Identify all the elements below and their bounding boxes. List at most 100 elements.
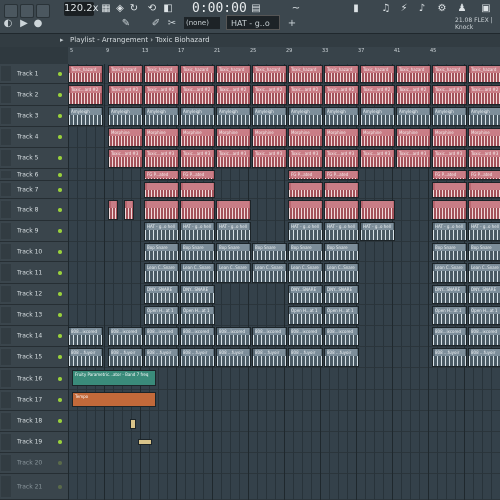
pattern-clip[interactable]: FG P...ated — [288, 170, 323, 180]
tempo-display[interactable]: 120.2x — [64, 2, 99, 16]
pattern-clip[interactable]: Toxic_hazard — [432, 65, 467, 83]
pattern-select[interactable]: HAT - g..o hell — [226, 15, 280, 43]
pattern-clip[interactable]: Toxic...ard #2 — [324, 85, 359, 105]
pattern-clip[interactable]: Toxic_hazard — [324, 65, 359, 83]
pattern-clip[interactable]: Toxic...ard #2 — [288, 85, 323, 105]
pattern-clip[interactable]: Toxic_hazard — [468, 65, 500, 83]
pattern-clip[interactable]: Toxic...ard #3 — [324, 149, 359, 168]
pattern-clip[interactable]: Lean C..Snare — [180, 263, 215, 283]
track-grip[interactable] — [1, 286, 11, 302]
pattern-clip[interactable]: FG P...ated — [324, 170, 359, 180]
track-header[interactable]: Track 20 — [0, 453, 68, 474]
track-grip[interactable] — [1, 244, 11, 259]
pattern-clip[interactable]: 808...ixcored — [432, 327, 467, 346]
pattern-clip[interactable]: Toxic...ard #3 — [360, 149, 395, 168]
pattern-clip[interactable] — [144, 200, 179, 220]
pattern-clip[interactable]: Toxic...ard #3 — [108, 149, 143, 168]
track-header[interactable]: Track 16 — [0, 368, 68, 390]
piano-roll-icon[interactable]: ⚡ — [398, 2, 410, 15]
pattern-clip[interactable]: Morphine — [288, 128, 323, 147]
pattern-clip[interactable]: Toxic_hazard — [144, 65, 179, 83]
pattern-clip[interactable]: Lean C..Snare — [432, 263, 467, 283]
pattern-clip[interactable]: 808...ixcored — [108, 327, 143, 346]
track-mute-led[interactable] — [58, 71, 62, 76]
track-header[interactable]: Track 11 — [0, 262, 68, 284]
slice-icon[interactable]: ✂ — [166, 18, 178, 30]
track-header[interactable]: Track 6 — [0, 169, 68, 181]
pattern-clip[interactable]: Toxic...ard #2 — [468, 85, 500, 105]
pattern-clip[interactable]: Toxic...ard #2 — [216, 85, 251, 105]
pattern-clip[interactable] — [108, 200, 118, 220]
pattern-clip[interactable]: DNY...SNARE — [468, 285, 500, 304]
track-mute-led[interactable] — [58, 355, 62, 359]
pattern-clip[interactable]: Lean C..Snare — [468, 263, 500, 283]
track-grip[interactable] — [1, 476, 11, 497]
pattern-clip[interactable]: Morphine — [360, 128, 395, 147]
pattern-clip[interactable]: 808 ...fuyoir — [468, 348, 500, 367]
pattern-clip[interactable]: Toxic...ard #2 — [108, 85, 143, 105]
pattern-clip[interactable]: HAT - g..o hell — [468, 222, 500, 241]
track-header[interactable]: Track 7 — [0, 181, 68, 199]
step-icon[interactable]: ♫ — [380, 2, 392, 15]
track-mute-led[interactable] — [58, 172, 62, 177]
pattern-clip[interactable]: Amyleigh — [216, 107, 251, 126]
mixer-icon[interactable]: ⚙ — [436, 2, 448, 15]
play-icon[interactable] — [4, 4, 18, 18]
pattern-clip[interactable]: HAT - g..o hell — [180, 222, 215, 241]
track-header[interactable]: Track 18 — [0, 411, 68, 432]
automation-point[interactable] — [138, 439, 152, 445]
track-grip[interactable] — [1, 370, 11, 387]
pattern-clip[interactable]: 808 ...fuyoir — [288, 348, 323, 367]
pattern-clip[interactable]: Amyleigh — [144, 107, 179, 126]
pattern-clip[interactable]: FG P...ated — [144, 170, 179, 180]
pattern-clip[interactable]: Open H...at 1 — [288, 306, 323, 325]
track-mute-led[interactable] — [58, 484, 62, 489]
pattern-clip[interactable]: DNY...SNARE — [324, 285, 359, 304]
plugin-icon[interactable]: ▣ — [480, 2, 492, 15]
track-header[interactable]: Track 8 — [0, 199, 68, 221]
pencil-icon[interactable]: ✎ — [120, 18, 132, 30]
pattern-mode-icon[interactable]: ◐ — [2, 18, 14, 30]
track-mute-led[interactable] — [58, 156, 62, 160]
pattern-clip[interactable]: 808...ixcored — [324, 327, 359, 346]
pattern-clip[interactable]: Toxic...ard #3 — [288, 149, 323, 168]
pattern-clip[interactable] — [432, 182, 467, 198]
pattern-clip[interactable]: Toxic...ard #3 — [216, 149, 251, 168]
track-grip[interactable] — [1, 129, 11, 145]
pattern-clip[interactable]: 808...ixcored — [252, 327, 287, 346]
pattern-clip[interactable]: Morphine — [324, 128, 359, 147]
pattern-clip[interactable]: Amyleigh — [432, 107, 467, 126]
pattern-clip[interactable]: Amyleigh — [360, 107, 395, 126]
pattern-clip[interactable]: Amyleigh — [396, 107, 431, 126]
pattern-clip[interactable]: Morphine — [396, 128, 431, 147]
pattern-clip[interactable]: 808 ...fuyoir — [324, 348, 359, 367]
track-mute-led[interactable] — [58, 187, 62, 192]
pattern-clip[interactable]: Amyleigh — [180, 107, 215, 126]
pattern-clip[interactable]: Toxic...ard #2 — [360, 85, 395, 105]
pattern-clip[interactable]: Toxic...ard #3 — [396, 149, 431, 168]
pattern-clip[interactable]: 808...ixcored — [180, 327, 215, 346]
track-header[interactable]: Track 13 — [0, 305, 68, 326]
pattern-clip[interactable]: Amyleigh — [108, 107, 143, 126]
blend-icon[interactable]: ◧ — [162, 2, 174, 15]
pattern-clip[interactable]: Bop Snare — [432, 243, 467, 261]
pattern-clip[interactable]: Toxic...ard #2 — [68, 85, 103, 105]
track-header[interactable]: Track 17 — [0, 390, 68, 411]
paint-icon[interactable]: ✐ — [150, 18, 162, 30]
track-mute-led[interactable] — [58, 334, 62, 338]
track-grip[interactable] — [1, 264, 11, 281]
snap-icon[interactable]: ▦ — [100, 2, 112, 15]
pattern-clip[interactable]: 808 ...fuyoir — [144, 348, 179, 367]
pattern-clip[interactable]: 808 ...fuyoir — [68, 348, 103, 367]
pattern-clip[interactable]: HAT - g..o hell — [432, 222, 467, 241]
pattern-clip[interactable]: Open H...at 1 — [144, 306, 179, 325]
loop-icon[interactable]: ⟲ — [146, 2, 158, 15]
pattern-clip[interactable]: Morphine — [108, 128, 143, 147]
track-mute-led[interactable] — [58, 229, 62, 233]
pattern-clip[interactable] — [288, 182, 323, 198]
pattern-clip[interactable]: Lean C..Snare — [288, 263, 323, 283]
pattern-clip[interactable]: Amyleigh — [324, 107, 359, 126]
track-grip[interactable] — [1, 413, 11, 429]
pattern-clip[interactable]: Morphine — [432, 128, 467, 147]
track-header[interactable]: Track 10 — [0, 242, 68, 262]
